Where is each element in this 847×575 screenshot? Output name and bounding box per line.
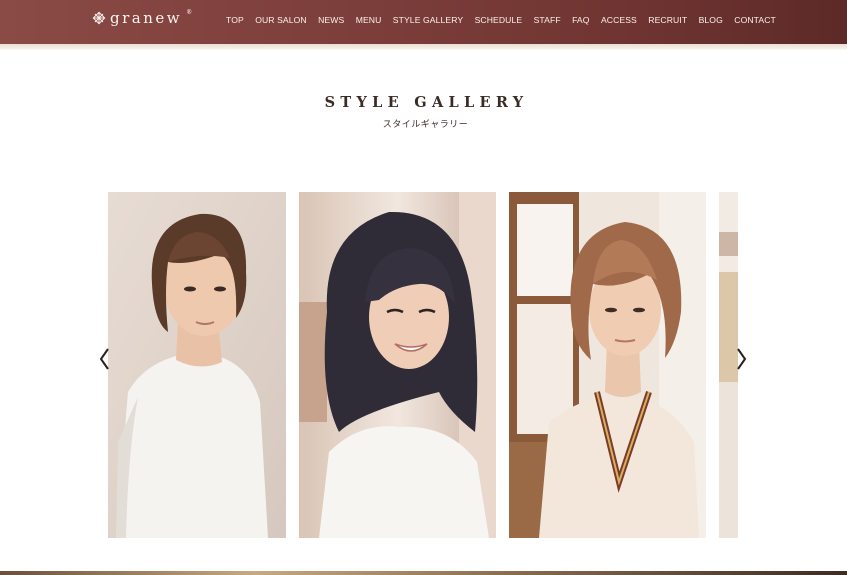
gallery-photo-1[interactable] [108, 192, 286, 538]
carousel-next-button[interactable] [734, 347, 748, 371]
photo-long-dark-icon [299, 192, 496, 538]
nav-item-style-gallery[interactable]: STYLE GALLERY [393, 15, 463, 25]
style-gallery-carousel [108, 192, 738, 538]
logo[interactable]: granew ® [92, 8, 192, 28]
nav-item-news[interactable]: NEWS [318, 15, 344, 25]
gallery-photo-2[interactable] [299, 192, 496, 538]
nav-item-schedule[interactable]: SCHEDULE [475, 15, 523, 25]
main-nav: TOP OUR SALON NEWS MENU STYLE GALLERY SC… [226, 15, 776, 25]
page-title: STYLE GALLERY [324, 94, 529, 111]
nav-item-staff[interactable]: STAFF [534, 15, 561, 25]
photo-bob-brown-icon [108, 192, 286, 538]
logo-text: granew [110, 9, 183, 27]
photo-bob-light-icon [509, 192, 706, 538]
nav-item-recruit[interactable]: RECRUIT [648, 15, 687, 25]
nav-item-top[interactable]: TOP [226, 15, 244, 25]
chevron-right-icon [737, 348, 747, 370]
footer-band [0, 571, 847, 575]
site-header: granew ® TOP OUR SALON NEWS MENU STYLE G… [0, 0, 847, 44]
carousel-prev-button[interactable] [98, 347, 112, 371]
logo-mark-icon [92, 11, 106, 25]
nav-item-contact[interactable]: CONTACT [734, 15, 776, 25]
gallery-photo-3[interactable] [509, 192, 706, 538]
nav-item-access[interactable]: ACCESS [601, 15, 637, 25]
logo-registered-mark: ® [186, 9, 193, 16]
nav-item-faq[interactable]: FAQ [572, 15, 590, 25]
header-shadow [0, 44, 847, 50]
page-subtitle: スタイルギャラリー [382, 119, 469, 129]
nav-item-blog[interactable]: BLOG [699, 15, 723, 25]
nav-item-our-salon[interactable]: OUR SALON [255, 15, 307, 25]
chevron-left-icon [99, 348, 109, 370]
nav-item-menu[interactable]: MENU [356, 15, 382, 25]
